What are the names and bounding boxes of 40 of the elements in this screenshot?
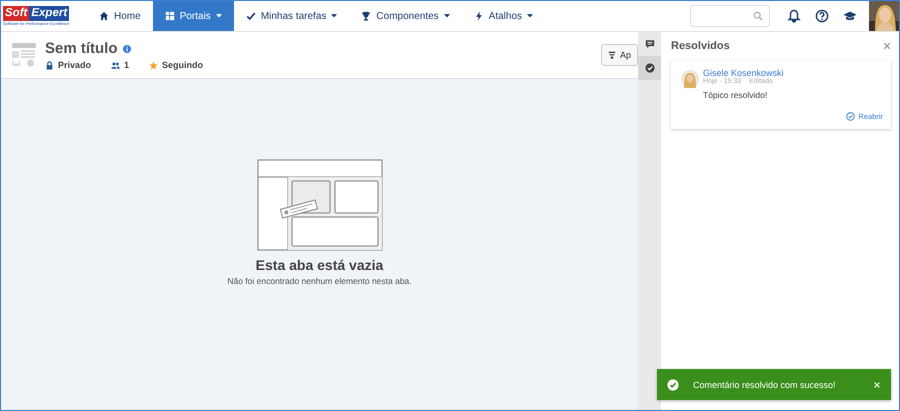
comment-icon [644,39,654,49]
nav-tab[interactable]: Portais [152,1,234,31]
search-field[interactable] [690,5,770,27]
empty-title: Esta aba está vazia [256,257,384,273]
member-count: 1 [124,60,130,70]
privacy-label: Privado [58,60,92,70]
panel-title: Resolvidos [671,40,730,52]
empty-message: Não foi encontrado nenhum elemento nesta aba. [227,276,412,286]
logo-text: Expert [29,6,70,21]
users-icon [111,60,120,70]
info-icon[interactable] [122,44,131,52]
toast-message: Comentário resolvido com sucesso! [693,380,837,390]
resolved-tab[interactable] [638,56,661,80]
star-icon [149,60,158,70]
search-icon [753,11,763,21]
nav-tab[interactable]: Minhas tarefas [234,1,350,31]
trophy-icon [361,11,372,21]
page-icon [11,42,37,68]
logo-text: Soft [3,6,30,21]
follow-status[interactable]: Seguindo [162,60,204,70]
comment-text: Tópico resolvido! [703,90,768,100]
nav-tab[interactable]: Home [87,1,153,31]
bell-icon[interactable] [787,9,801,23]
close-icon[interactable] [883,42,891,50]
filter-button[interactable]: Ap [600,44,638,66]
graduation-cap-icon[interactable] [843,9,857,23]
page-title: Sem título [45,40,118,57]
filter-icon [608,51,616,59]
nav-tab[interactable]: Componentes [349,1,462,31]
lock-icon [45,60,54,70]
nav-tab[interactable]: Atalhos [462,1,546,31]
help-icon[interactable] [815,9,829,23]
grid-icon [164,11,175,21]
check-circle-icon [846,112,856,121]
author-link[interactable]: Gisele Kosenkowski [703,68,784,78]
check-icon [246,11,256,21]
home-icon [99,11,109,21]
check-circle-icon [667,378,679,390]
check-circle-icon [644,63,654,73]
bolt-icon [474,11,484,21]
